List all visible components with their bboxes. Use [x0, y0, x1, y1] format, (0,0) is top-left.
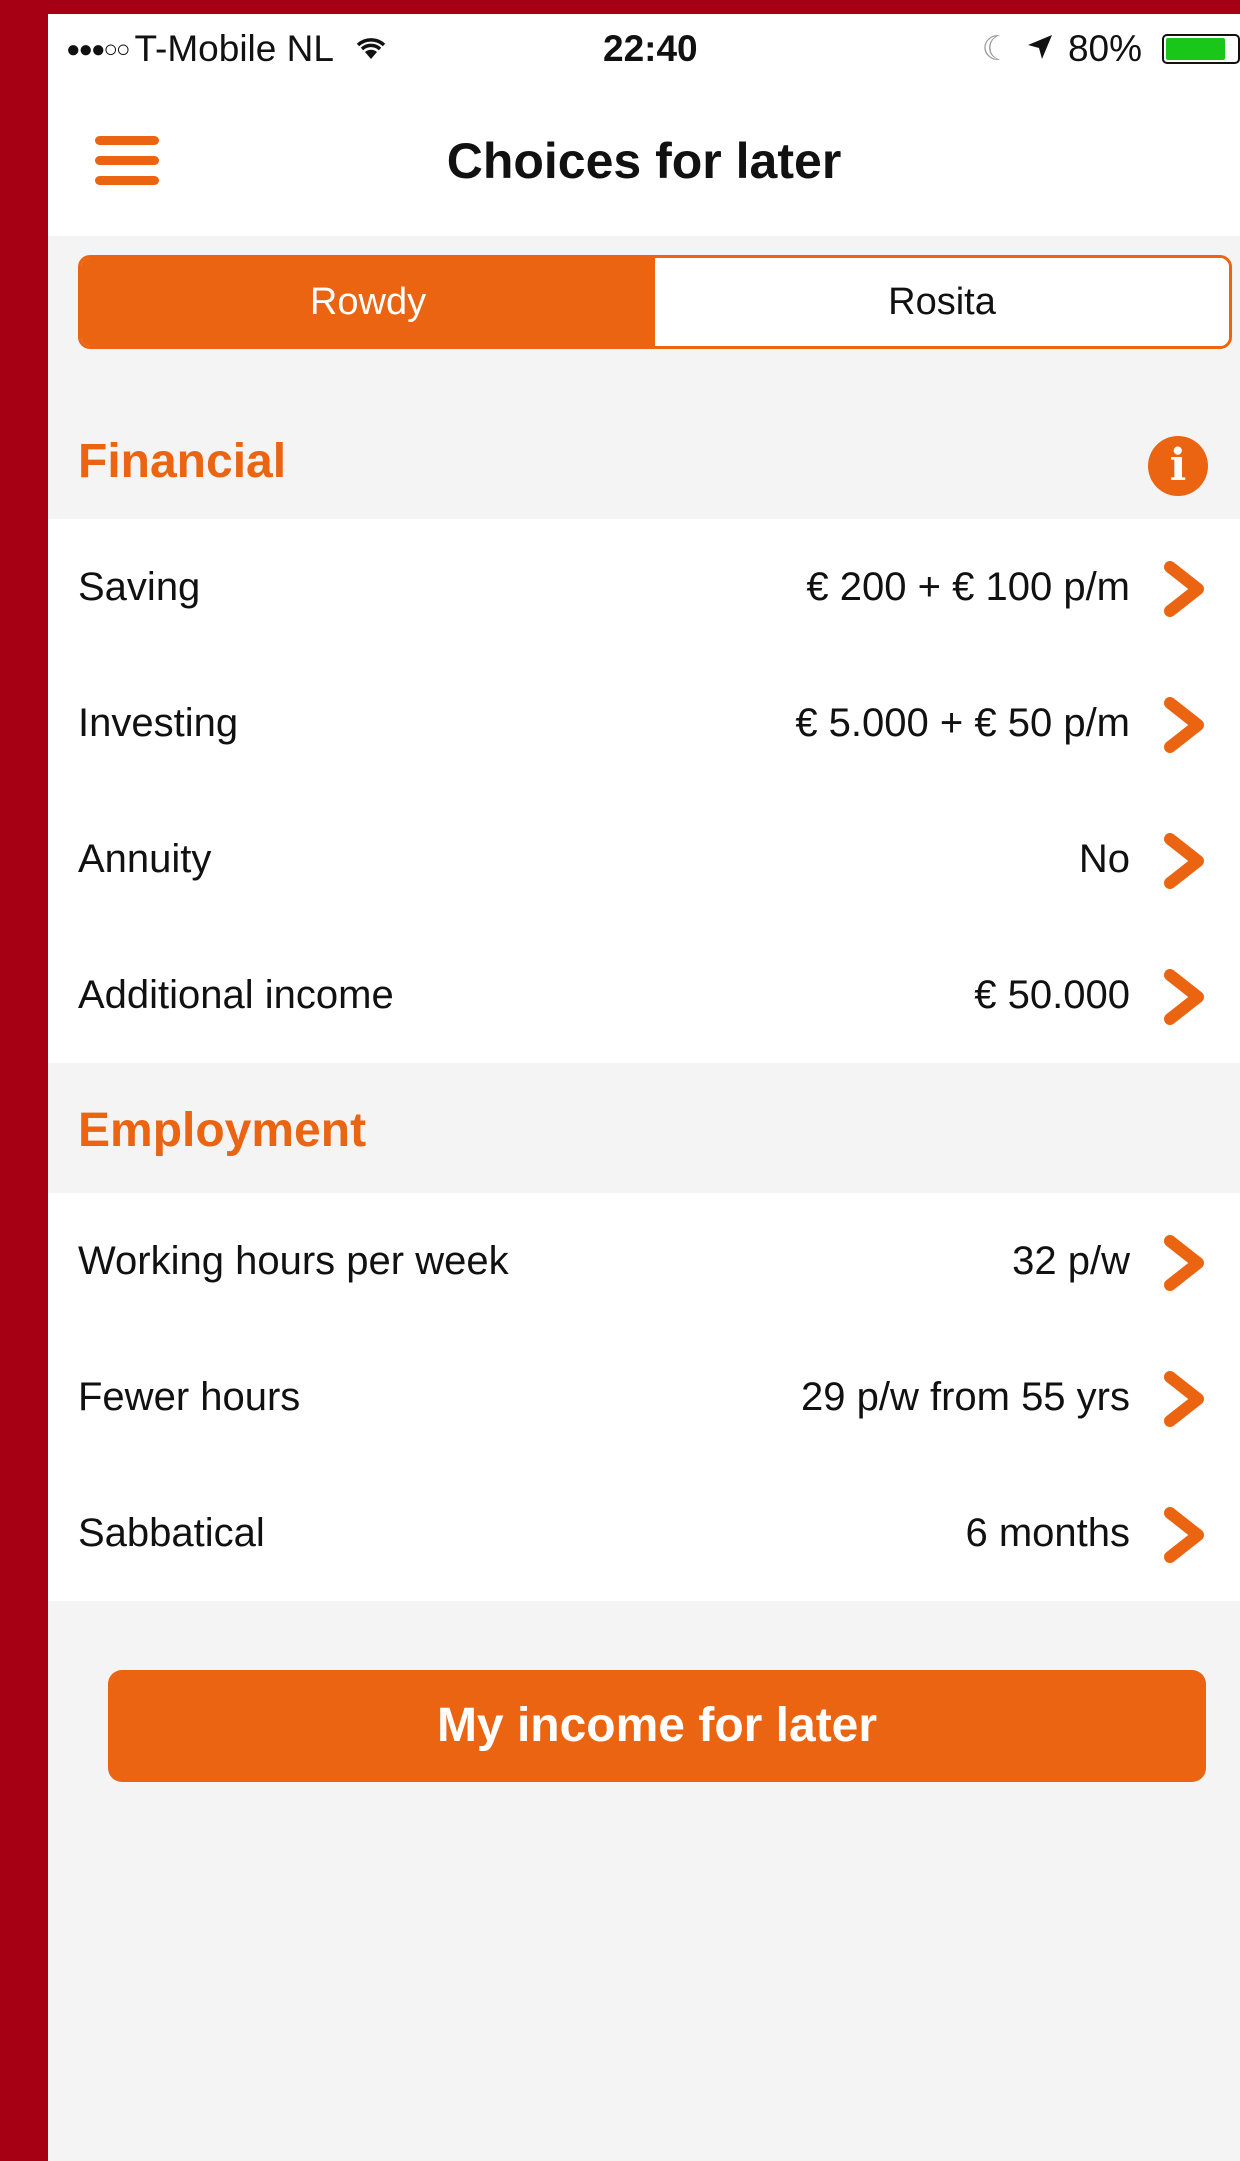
list-item-value: No: [1078, 837, 1130, 881]
list-item-annuity[interactable]: Annuity No: [48, 791, 1240, 927]
list-item-value: € 5.000 + € 50 p/m: [795, 701, 1130, 745]
list-item-label: Fewer hours: [78, 1375, 301, 1419]
financial-list: Saving € 200 + € 100 p/m Investing € 5.0…: [48, 519, 1240, 1063]
carrier-name: T-Mobile NL: [134, 28, 334, 69]
list-item-working-hours[interactable]: Working hours per week 32 p/w: [48, 1193, 1240, 1329]
list-item-sabbatical[interactable]: Sabbatical 6 months: [48, 1465, 1240, 1601]
signal-strength-icon: ●●●○○: [66, 36, 131, 63]
chevron-right-icon: [1164, 1507, 1204, 1563]
location-arrow-icon: [1026, 28, 1054, 70]
status-bar: ●●●○○ T-Mobile NL 22:40 ☾ 80%: [48, 14, 1240, 84]
navigation-bar: Choices for later: [48, 84, 1240, 236]
employment-list: Working hours per week 32 p/w Fewer hour…: [48, 1193, 1240, 1601]
list-item-investing[interactable]: Investing € 5.000 + € 50 p/m: [48, 655, 1240, 791]
chevron-right-icon: [1164, 1371, 1204, 1427]
chevron-right-icon: [1164, 1235, 1204, 1291]
list-item-value: € 200 + € 100 p/m: [806, 565, 1130, 609]
employment-section-header: Employment: [48, 1063, 1240, 1193]
person-segmented-control: Rowdy Rosita: [78, 255, 1232, 349]
list-item-value: 29 p/w from 55 yrs: [800, 1375, 1130, 1419]
status-right: ☾ 80%: [981, 28, 1240, 70]
list-item-value: € 50.000: [974, 973, 1130, 1017]
list-item-additional-income[interactable]: Additional income € 50.000: [48, 927, 1240, 1063]
app-screen: ●●●○○ T-Mobile NL 22:40 ☾ 80% Choices for…: [48, 14, 1240, 2161]
status-time: 22:40: [603, 28, 698, 69]
my-income-for-later-button[interactable]: My income for later: [108, 1670, 1206, 1782]
list-item-value: 32 p/w: [1012, 1239, 1130, 1283]
carrier-info: ●●●○○ T-Mobile NL: [66, 28, 388, 70]
tab-rosita[interactable]: Rosita: [655, 258, 1229, 346]
battery-icon: [1162, 34, 1240, 64]
employment-section-title: Employment: [78, 1104, 367, 1157]
list-item-label: Annuity: [78, 837, 212, 881]
list-item-value: 6 months: [965, 1511, 1130, 1555]
list-item-label: Saving: [78, 565, 201, 609]
list-item-label: Investing: [78, 701, 239, 745]
tab-rowdy[interactable]: Rowdy: [81, 258, 655, 346]
financial-section-header: Financial i: [48, 389, 1240, 519]
chevron-right-icon: [1164, 833, 1204, 889]
list-item-label: Additional income: [78, 973, 394, 1017]
list-item-label: Working hours per week: [78, 1239, 509, 1283]
info-icon[interactable]: i: [1148, 436, 1208, 496]
chevron-right-icon: [1164, 969, 1204, 1025]
chevron-right-icon: [1164, 561, 1204, 617]
list-item-saving[interactable]: Saving € 200 + € 100 p/m: [48, 519, 1240, 655]
list-item-fewer-hours[interactable]: Fewer hours 29 p/w from 55 yrs: [48, 1329, 1240, 1465]
financial-section-title: Financial: [78, 435, 287, 488]
battery-percent: 80%: [1067, 28, 1142, 69]
page-title: Choices for later: [446, 133, 842, 189]
do-not-disturb-icon: ☾: [981, 30, 1012, 68]
wifi-icon: [344, 28, 388, 69]
list-item-label: Sabbatical: [78, 1511, 265, 1555]
chevron-right-icon: [1164, 697, 1204, 753]
